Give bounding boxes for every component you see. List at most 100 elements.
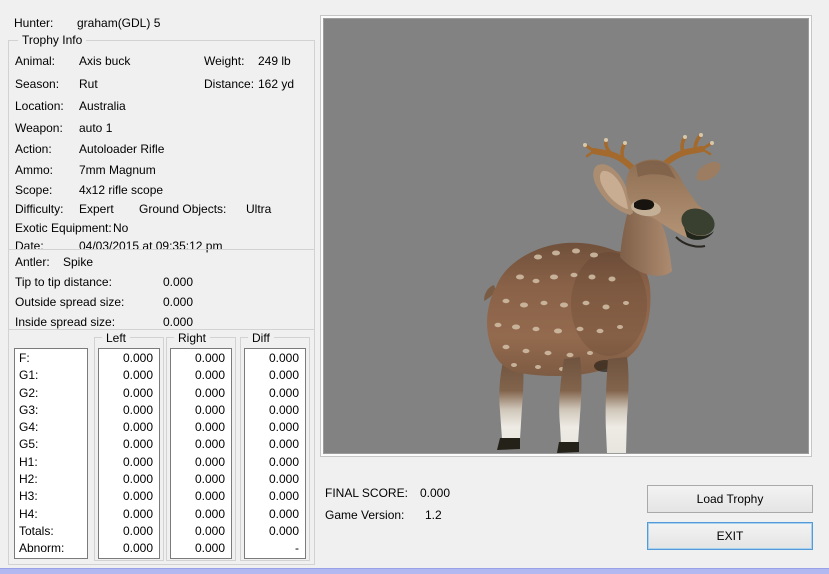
measure-value: 0.000 xyxy=(194,506,225,521)
measure-row-label: H1: xyxy=(19,454,38,469)
diff-column-header: Diff xyxy=(248,331,274,345)
left-values-list[interactable]: 0.000 0.000 0.000 0.000 0.000 0.000 0.000 0.000… xyxy=(98,348,160,559)
outside-spread-label: Outside spread size: xyxy=(15,295,125,309)
trophy-info-value: auto 1 xyxy=(79,121,113,135)
measure-value: 0.000 xyxy=(122,420,153,435)
measure-value: 0.000 xyxy=(122,454,153,469)
measure-value: 0.000 xyxy=(194,351,225,365)
inside-spread-label: Inside spread size: xyxy=(15,315,116,329)
right-column-header: Right xyxy=(174,331,211,345)
measure-value: 0.000 xyxy=(194,472,225,487)
trophy-info-label: Difficulty: xyxy=(15,202,64,216)
measure-row-labels-list[interactable]: F: G1: G2: G3: G4: G5: H1: H2: H3: H4: Totals: Abno… xyxy=(14,348,88,559)
trophy-render-frame xyxy=(320,15,812,457)
trophy-info-label: Ground Objects: xyxy=(139,202,227,216)
measure-value: 0.000 xyxy=(268,368,299,383)
measure-value: 0.000 xyxy=(194,385,225,400)
tip-to-tip-label: Tip to tip distance: xyxy=(15,275,112,289)
game-version-label: Game Version: xyxy=(325,508,405,522)
left-column-header: Left xyxy=(102,331,131,345)
measure-value: 0.000 xyxy=(268,385,299,400)
measure-value: 0.000 xyxy=(122,506,153,521)
measure-value: 0.000 xyxy=(268,402,299,417)
measure-value: 0.000 xyxy=(122,489,153,504)
deer-render xyxy=(484,133,721,453)
measure-row-label: G3: xyxy=(19,402,39,417)
measure-row-label: Abnorm: xyxy=(19,541,65,556)
diff-values-list[interactable]: 0.000 0.000 0.000 0.000 0.000 0.000 0.000 0.000… xyxy=(244,348,306,559)
measure-row-label: H3: xyxy=(19,489,38,504)
measure-value: 0.000 xyxy=(268,437,299,452)
trophy-info-value: No xyxy=(113,221,129,235)
final-score-value: 0.000 xyxy=(420,486,451,500)
measure-row-label: G5: xyxy=(19,437,39,452)
trophy-info-groupbox: Trophy Info Animal: Axis buck Weight: 249 l… xyxy=(8,33,315,253)
measure-value: 0.000 xyxy=(122,402,153,417)
trophy-info-value: Ultra xyxy=(246,202,272,216)
trophy-info-value: Expert xyxy=(79,202,114,216)
measure-row-label: Totals: xyxy=(19,523,54,538)
measure-value: 0.000 xyxy=(122,523,153,538)
right-values-list[interactable]: 0.000 0.000 0.000 0.000 0.000 0.000 0.000 0.000… xyxy=(170,348,232,559)
measure-value: 0.000 xyxy=(268,489,299,504)
trophy-info-value: Rut xyxy=(79,77,98,91)
inside-spread-value: 0.000 xyxy=(163,315,194,329)
measure-value: 0.000 xyxy=(194,437,225,452)
measure-value: 0.000 xyxy=(194,523,225,538)
antler-info-groupbox: Antler: Spike Tip to tip distance: 0.000… xyxy=(8,249,315,330)
trophy-info-label: Distance: xyxy=(204,77,255,91)
measure-value: 0.000 xyxy=(268,454,299,469)
trophy-viewer-window: Hunter: graham(GDL) 5 Trophy Info Animal… xyxy=(0,0,829,574)
hunter-label: Hunter: xyxy=(14,16,54,30)
antler-label: Antler: xyxy=(15,255,50,269)
measure-value: 0.000 xyxy=(194,402,225,417)
measurements-groupbox: F: G1: G2: G3: G4: G5: H1: H2: H3: H4: Totals: Abno… xyxy=(8,329,315,565)
measure-value: 0.000 xyxy=(122,437,153,452)
measure-value: 0.000 xyxy=(122,368,153,383)
measure-value: 0.000 xyxy=(194,541,225,556)
measure-value: 0.000 xyxy=(194,420,225,435)
trophy-info-label: Season: xyxy=(15,77,60,91)
trophy-info-label: Action: xyxy=(15,142,52,156)
measure-row-label: G1: xyxy=(19,368,39,383)
hunter-value: graham(GDL) 5 xyxy=(77,16,161,30)
trophy-info-value: 249 lb xyxy=(258,54,291,68)
trophy-info-label: Ammo: xyxy=(15,163,54,177)
trophy-info-label: Location: xyxy=(15,99,64,113)
measure-row-label: H4: xyxy=(19,506,38,521)
measure-value: 0.000 xyxy=(268,351,299,365)
trophy-info-value: 7mm Magnum xyxy=(79,163,156,177)
measure-row-label: F: xyxy=(19,351,30,365)
window-bottom-border xyxy=(0,568,829,574)
load-trophy-button[interactable]: Load Trophy xyxy=(647,485,813,513)
outside-spread-value: 0.000 xyxy=(163,295,194,309)
diff-column-groupbox: Diff 0.000 0.000 0.000 0.000 0.000 0.000 0.000… xyxy=(240,331,310,561)
measure-value: 0.000 xyxy=(268,472,299,487)
final-score-label: FINAL SCORE: xyxy=(325,486,408,500)
trophy-info-value: 4x12 rifle scope xyxy=(79,183,164,197)
measure-value: 0.000 xyxy=(122,541,153,556)
tip-to-tip-value: 0.000 xyxy=(163,275,194,289)
measure-row-label: G2: xyxy=(19,385,39,400)
measure-value: 0.000 xyxy=(268,506,299,521)
measure-value: 0.000 xyxy=(194,454,225,469)
trophy-info-label: Scope: xyxy=(15,183,53,197)
trophy-info-label: Exotic Equipment: xyxy=(15,221,112,235)
trophy-info-value: Australia xyxy=(79,99,126,113)
trophy-info-value: Autoloader Rifle xyxy=(79,142,165,156)
trophy-info-label: Animal: xyxy=(15,54,56,68)
trophy-info-label: Weapon: xyxy=(15,121,63,135)
measure-value: - xyxy=(295,541,299,556)
measure-row-label: G4: xyxy=(19,420,39,435)
measure-value: 0.000 xyxy=(122,472,153,487)
trophy-info-value: 162 yd xyxy=(258,77,295,91)
trophy-info-value: Axis buck xyxy=(79,54,131,68)
game-version-value: 1.2 xyxy=(425,508,442,522)
measure-value: 0.000 xyxy=(194,368,225,383)
hunter-row: Hunter: graham(GDL) 5 xyxy=(0,16,320,32)
measure-value: 0.000 xyxy=(194,489,225,504)
measure-value: 0.000 xyxy=(122,351,153,365)
antler-value: Spike xyxy=(63,255,94,269)
left-column-groupbox: Left 0.000 0.000 0.000 0.000 0.000 0.000 0.000… xyxy=(94,331,164,561)
exit-button[interactable]: EXIT xyxy=(647,522,813,550)
